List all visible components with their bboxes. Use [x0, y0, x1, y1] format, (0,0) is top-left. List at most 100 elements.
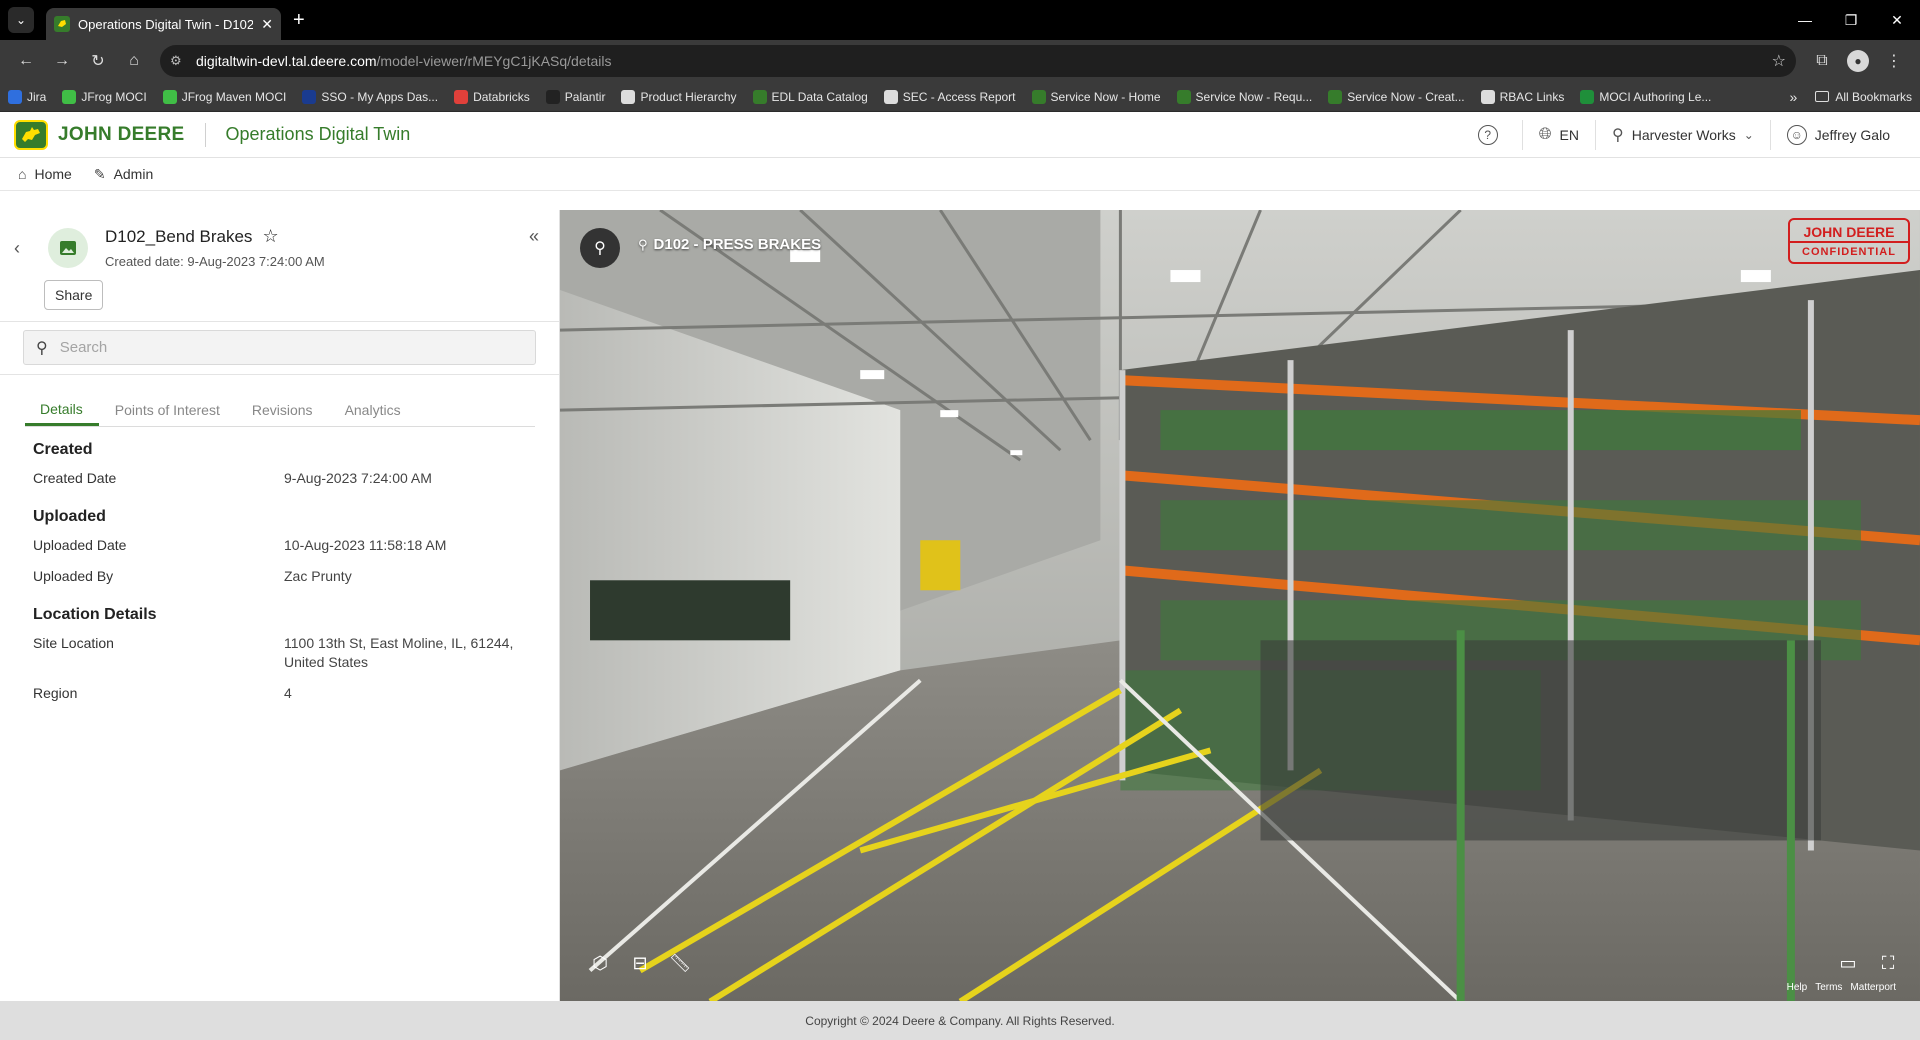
language-selector[interactable]: 🌐︎ EN [1521, 119, 1595, 150]
forward-arrow-icon[interactable]: → [44, 43, 80, 79]
bookmark-label: MOCI Authoring Le... [1599, 89, 1712, 104]
browser-menu-icon[interactable]: ⋮ [1876, 43, 1912, 79]
bookmark-item[interactable]: EDL Data Catalog [752, 89, 868, 104]
detail-tabs: Details Points of Interest Revisions Ana… [25, 387, 535, 427]
close-window-icon[interactable]: ✕ [1874, 0, 1920, 40]
favorite-star-icon[interactable]: ☆ [262, 226, 278, 247]
matterport-viewer[interactable]: ⚲ ⚲ D102 - PRESS BRAKES JOHN DEERE CONFI… [560, 210, 1920, 1001]
extensions-icon[interactable]: ⧉ [1804, 43, 1840, 79]
bookmark-label: JFrog MOCI [81, 89, 147, 104]
uploaded-by-row: Uploaded By Zac Prunty [33, 567, 526, 586]
site-info-icon[interactable]: ⚙ [170, 53, 188, 69]
restore-icon[interactable]: ❐ [1828, 0, 1874, 40]
more-bookmarks-icon[interactable]: » [1790, 89, 1798, 105]
model-created-date: Created date: 9-Aug-2023 7:24:00 AM [105, 254, 325, 269]
bookmark-favicon-icon [752, 89, 767, 104]
browser-tab[interactable]: Operations Digital Twin - D102 ✕ [46, 8, 281, 40]
window-controls: — ❐ ✕ [1782, 0, 1920, 40]
search-input[interactable] [59, 339, 523, 356]
viewer-terms-link[interactable]: Terms [1815, 982, 1842, 993]
details-content: Created Created Date 9-Aug-2023 7:24:00 … [0, 427, 559, 703]
nav-home[interactable]: ⌂ Home [18, 166, 72, 182]
viewer-search-button[interactable]: ⚲ [580, 228, 620, 268]
warehouse-scene-image [560, 210, 1920, 1001]
bookmark-favicon-icon [1328, 89, 1343, 104]
bookmark-item[interactable]: Palantir [545, 89, 605, 104]
viewer-right-tools: ▭ ⛶ [1824, 949, 1904, 977]
vr-mode-icon[interactable]: ▭ [1832, 949, 1864, 977]
bookmark-item[interactable]: Service Now - Home [1031, 89, 1161, 104]
tab-revisions[interactable]: Revisions [236, 402, 329, 426]
bookmark-item[interactable]: Service Now - Requ... [1176, 89, 1312, 104]
bookmark-favicon-icon [1580, 89, 1595, 104]
all-bookmarks-button[interactable]: All Bookmarks [1815, 90, 1912, 104]
stamp-line2: CONFIDENTIAL [1790, 241, 1908, 261]
dollhouse-view-icon[interactable]: ⬡ [584, 949, 616, 977]
minimize-icon[interactable]: — [1782, 0, 1828, 40]
bookmark-item[interactable]: Product Hierarchy [621, 89, 737, 104]
bookmark-item[interactable]: SEC - Access Report [883, 89, 1016, 104]
fullscreen-icon[interactable]: ⛶ [1872, 949, 1904, 977]
model-header: ‹ D102_Bend Brakes ☆ Created date: 9-Aug… [0, 210, 559, 322]
bookmark-favicon-icon [1031, 89, 1046, 104]
model-title: D102_Bend Brakes [105, 226, 253, 246]
reload-icon[interactable]: ↻ [80, 43, 116, 79]
bookmark-item[interactable]: JFrog MOCI [62, 89, 147, 104]
user-menu[interactable]: ☺ Jeffrey Galo [1769, 119, 1906, 150]
nav-admin[interactable]: ✎ Admin [94, 166, 153, 183]
bookmark-label: Jira [27, 89, 47, 104]
nav-home-label: Home [34, 166, 72, 182]
tab-details[interactable]: Details [25, 401, 99, 426]
bookmark-item[interactable]: Databricks [454, 89, 530, 104]
user-icon: ☺ [1786, 124, 1807, 145]
bookmark-star-icon[interactable]: ☆ [1772, 51, 1786, 71]
home-icon[interactable]: ⌂ [116, 43, 152, 79]
collapse-panel-icon[interactable]: « [529, 226, 539, 247]
viewer-tools: ⬡ ⊟ 📏︎ [584, 949, 704, 977]
bookmark-item[interactable]: Jira [8, 89, 47, 104]
region-value: 4 [284, 685, 292, 701]
location-pin-icon: ⚲ [1612, 126, 1624, 144]
site-location-row: Site Location 1100 13th St, East Moline,… [33, 634, 526, 672]
tab-search-menu-icon[interactable]: ⌄ [8, 7, 34, 33]
profile-avatar-icon[interactable]: ● [1847, 50, 1869, 72]
region-row: Region 4 [33, 684, 526, 703]
location-section-title: Location Details [33, 606, 157, 623]
created-date-row: Created Date 9-Aug-2023 7:24:00 AM [33, 469, 526, 488]
new-tab-icon[interactable]: + [293, 9, 305, 32]
back-chevron-icon[interactable]: ‹ [14, 238, 20, 259]
address-bar[interactable]: ⚙ digitaltwin-devl.tal.deere.com /model-… [160, 45, 1796, 77]
help-button[interactable]: ? [1462, 120, 1522, 150]
uploaded-date-row: Uploaded Date 10-Aug-2023 11:58:18 AM [33, 536, 526, 555]
floorplan-view-icon[interactable]: ⊟ [624, 949, 656, 977]
home-icon: ⌂ [18, 166, 27, 182]
model-title-row: D102_Bend Brakes ☆ [105, 226, 279, 247]
details-panel: ‹ D102_Bend Brakes ☆ Created date: 9-Aug… [0, 210, 560, 1001]
john-deere-logo[interactable]: JOHN DEERE [14, 119, 185, 150]
created-date-label: Created Date [33, 470, 117, 486]
stamp-line1: JOHN DEERE [1803, 224, 1895, 240]
close-tab-icon[interactable]: ✕ [261, 16, 273, 33]
header-divider [204, 122, 206, 147]
bookmark-item[interactable]: Service Now - Creat... [1328, 89, 1465, 104]
bookmark-favicon-icon [162, 89, 177, 104]
tab-analytics[interactable]: Analytics [329, 402, 417, 426]
matterport-link[interactable]: Matterport [1850, 982, 1896, 993]
bookmark-item[interactable]: RBAC Links [1480, 89, 1564, 104]
measure-tool-icon[interactable]: 📏︎ [664, 949, 696, 977]
share-button[interactable]: Share [44, 280, 104, 310]
bookmarks-bar: Jira JFrog MOCI JFrog Maven MOCI SSO - My A… [0, 82, 1920, 112]
uploaded-by-label: Uploaded By [33, 568, 114, 584]
search-icon: ⚲ [36, 339, 48, 357]
bookmark-label: JFrog Maven MOCI [181, 89, 287, 104]
back-arrow-icon[interactable]: ← [8, 43, 44, 79]
url-path: /model-viewer/rMEYgC1jKASq/details [376, 53, 612, 69]
viewer-help-link[interactable]: Help [1787, 982, 1808, 993]
tab-points-of-interest[interactable]: Points of Interest [99, 402, 236, 426]
bookmark-item[interactable]: SSO - My Apps Das... [302, 89, 438, 104]
help-icon: ? [1477, 124, 1498, 145]
site-selector[interactable]: ⚲ Harvester Works ⌄ [1595, 119, 1770, 150]
bookmark-item[interactable]: JFrog Maven MOCI [162, 89, 287, 104]
search-box[interactable]: ⚲ [23, 330, 536, 365]
bookmark-item[interactable]: MOCI Authoring Le... [1580, 89, 1712, 104]
